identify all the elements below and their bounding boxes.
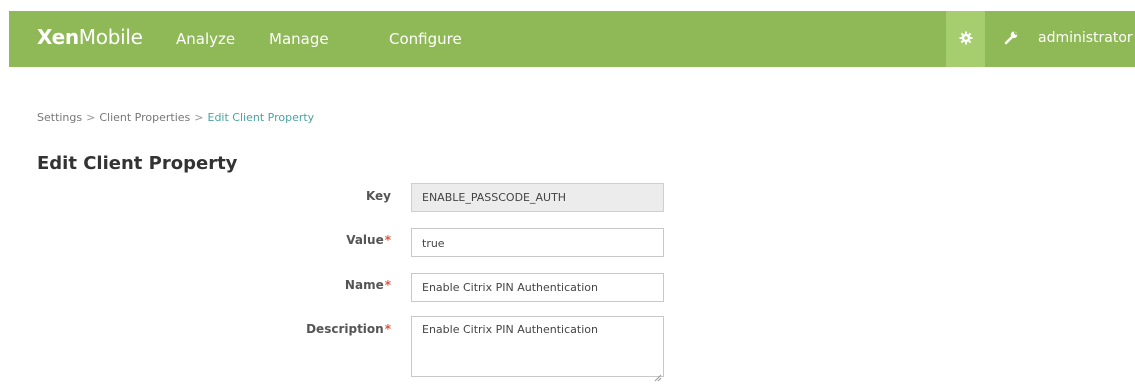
breadcrumb-settings[interactable]: Settings xyxy=(37,111,82,124)
support-button[interactable] xyxy=(993,11,1029,67)
description-label-text: Description xyxy=(306,322,384,336)
required-marker: * xyxy=(384,322,391,336)
nav-analyze[interactable]: Analyze xyxy=(176,30,235,48)
nav-manage[interactable]: Manage xyxy=(269,30,329,48)
nav-configure[interactable]: Configure xyxy=(389,30,462,48)
name-label-text: Name xyxy=(344,278,384,292)
top-navigation-bar: XenMobile Analyze Manage Configure admin… xyxy=(9,11,1135,67)
breadcrumb-client-properties[interactable]: Client Properties xyxy=(99,111,190,124)
value-label-text: Value xyxy=(346,233,384,247)
key-label-text: Key xyxy=(365,189,391,203)
gear-icon xyxy=(959,30,973,49)
breadcrumb-separator: > xyxy=(194,111,204,124)
description-label: Description* xyxy=(306,322,391,336)
wrench-icon xyxy=(1004,30,1019,49)
user-menu[interactable]: administrator xyxy=(1038,30,1135,46)
breadcrumb-separator: > xyxy=(86,111,96,124)
key-field: ENABLE_PASSCODE_AUTH xyxy=(411,183,664,212)
value-label: Value* xyxy=(346,233,391,247)
logo-light-text: Mobile xyxy=(78,25,143,49)
value-field[interactable]: true xyxy=(411,228,664,257)
username-label: administrator xyxy=(1038,30,1133,46)
logo-bold-text: Xen xyxy=(37,25,79,49)
breadcrumb: Settings > Client Properties > Edit Client P… xyxy=(37,111,314,124)
breadcrumb-current: Edit Client Property xyxy=(207,111,315,124)
required-marker: * xyxy=(384,278,391,292)
description-textarea[interactable]: Enable Citrix PIN Authentication xyxy=(411,316,664,377)
resize-handle-icon[interactable] xyxy=(654,367,662,382)
page-title: Edit Client Property xyxy=(37,153,238,174)
name-field[interactable]: Enable Citrix PIN Authentication xyxy=(411,273,664,302)
settings-button[interactable] xyxy=(946,11,985,67)
required-marker: * xyxy=(384,233,391,247)
name-label: Name* xyxy=(345,278,391,292)
key-label: Key xyxy=(366,189,391,203)
xenmobile-logo[interactable]: XenMobile xyxy=(37,25,143,49)
